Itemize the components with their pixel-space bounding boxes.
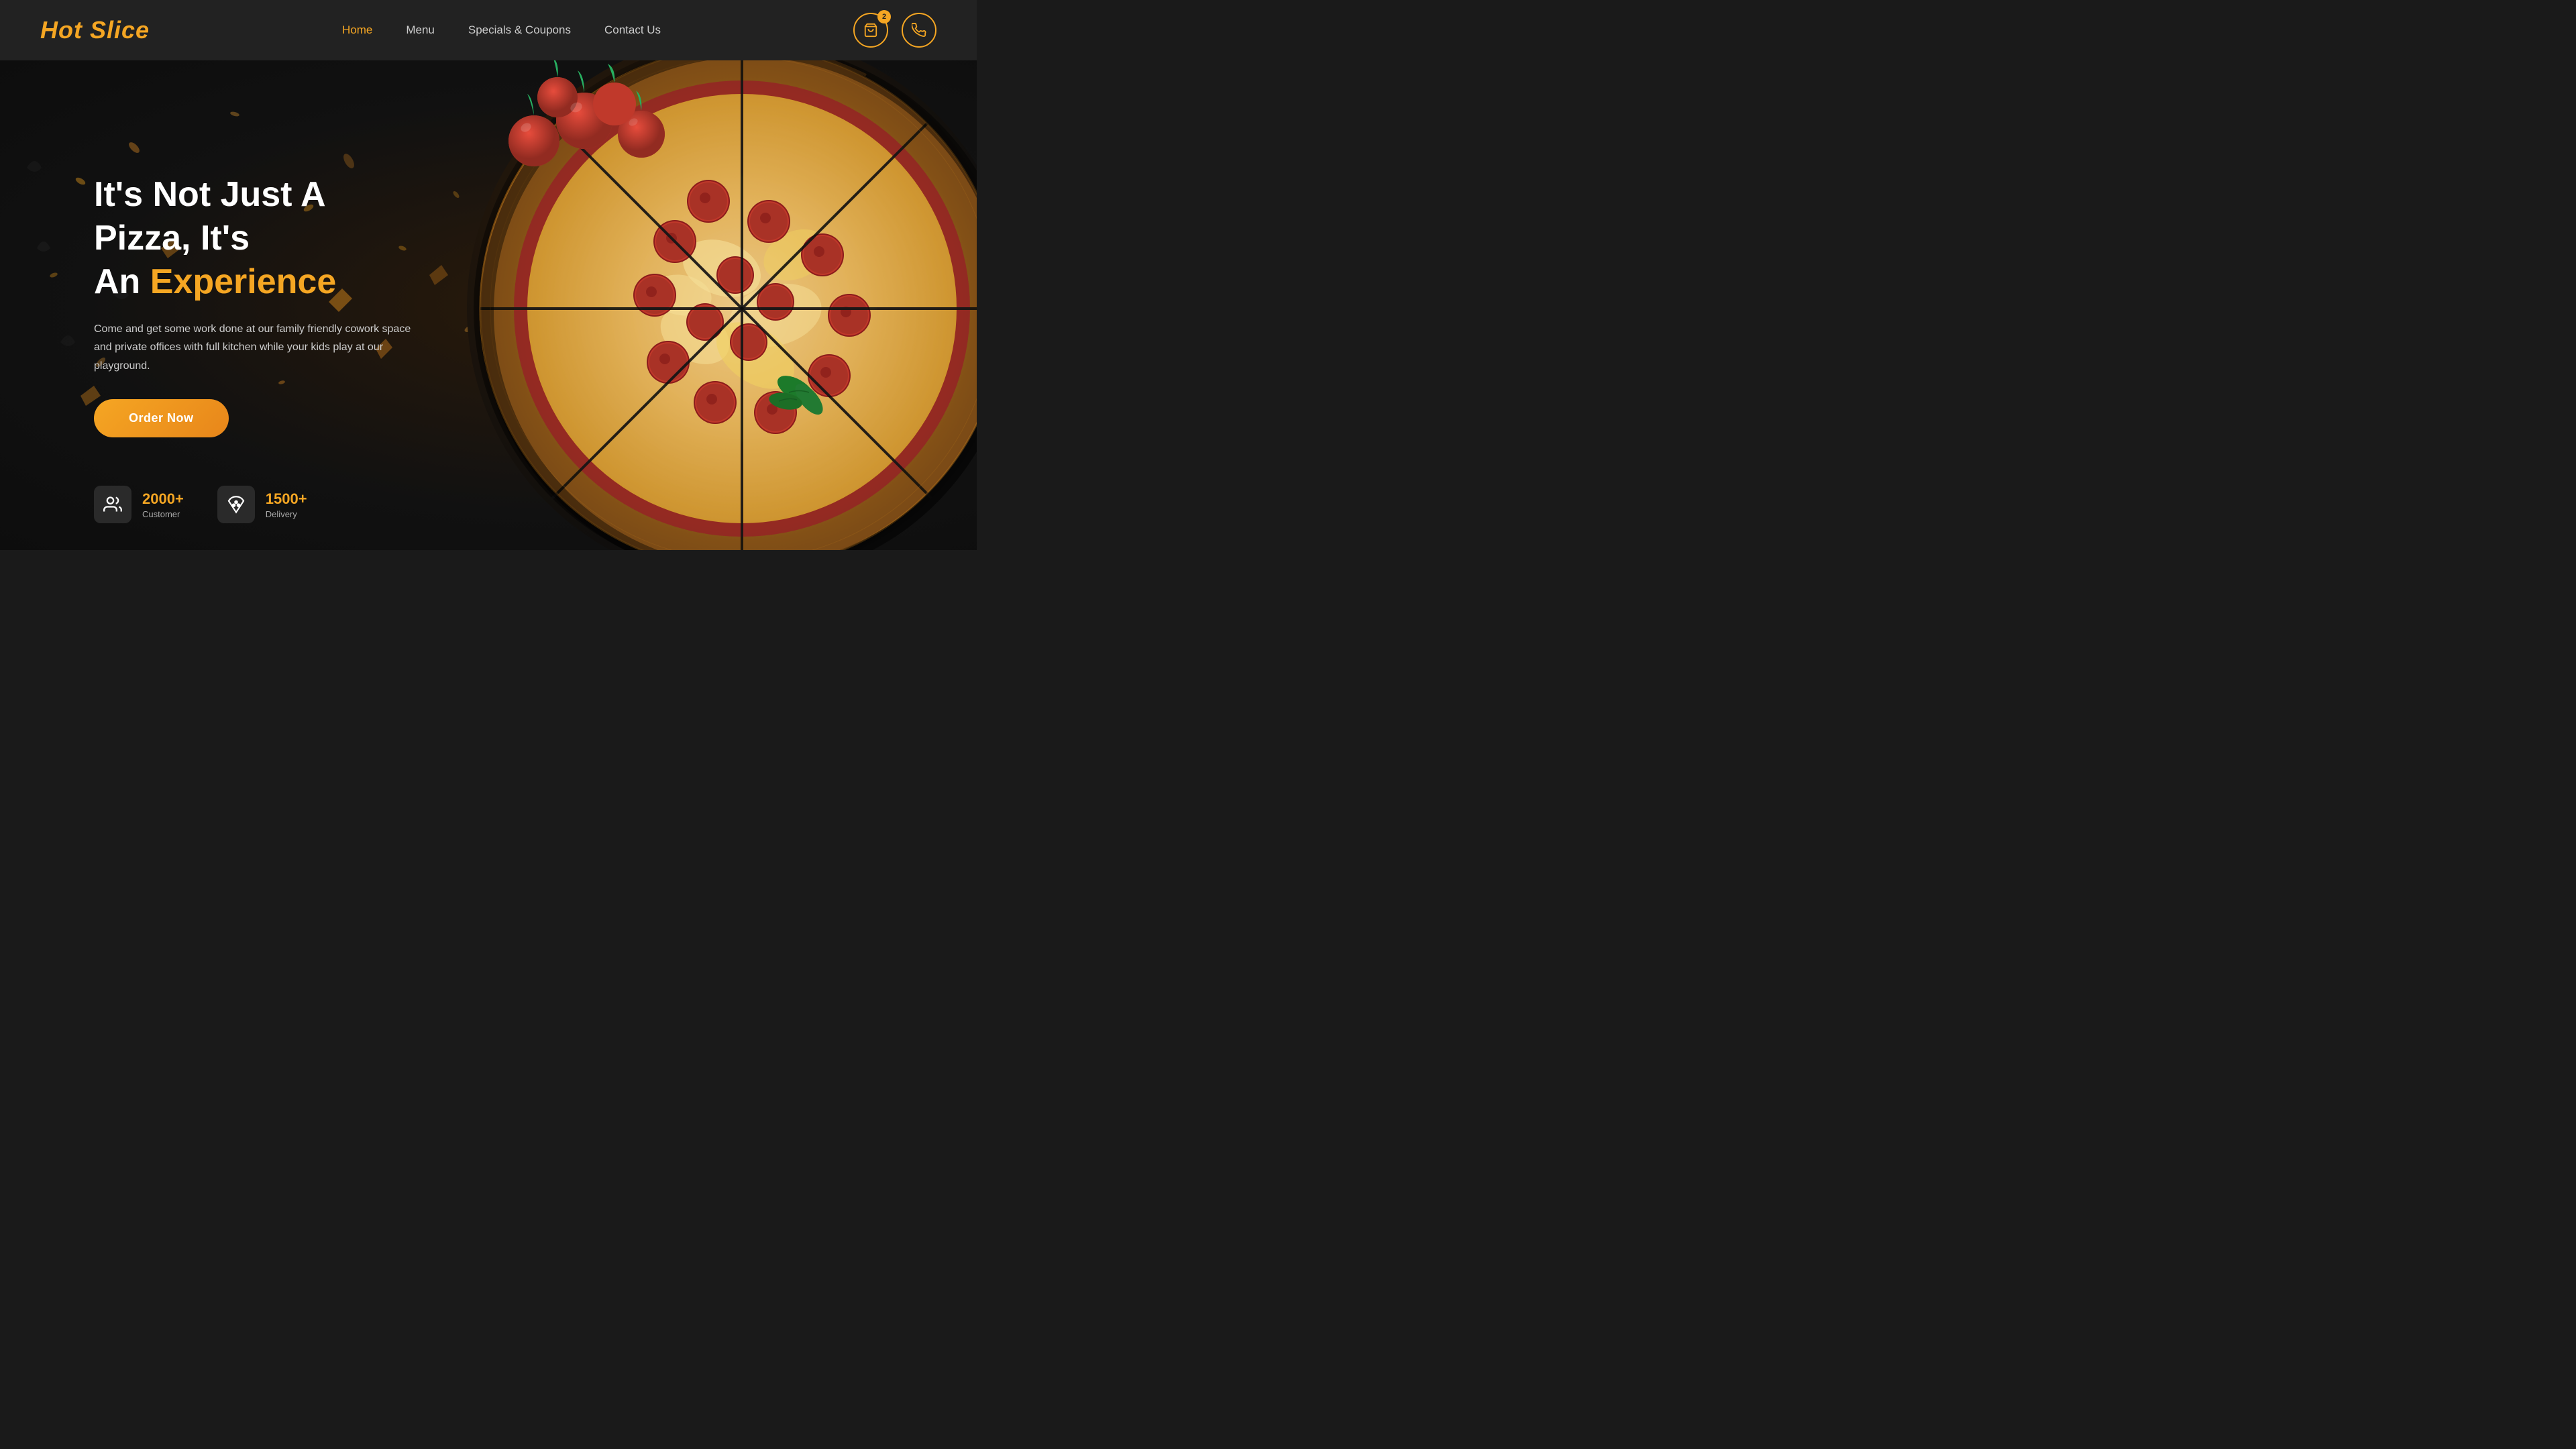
hero-title-accent: Experience <box>150 262 337 301</box>
nav-links: Home Menu Specials & Coupons Contact Us <box>342 23 661 37</box>
phone-button[interactable] <box>902 13 936 48</box>
hero-content: It's Not Just A Pizza, It's An Experienc… <box>0 173 416 437</box>
nav-item-specials[interactable]: Specials & Coupons <box>468 23 571 37</box>
pizza-image <box>467 60 977 550</box>
nav-item-home[interactable]: Home <box>342 23 372 37</box>
stat-customers-label: Customer <box>142 509 184 519</box>
users-icon <box>103 495 122 514</box>
cart-badge: 2 <box>877 10 891 23</box>
hero-section: It's Not Just A Pizza, It's An Experienc… <box>0 60 977 550</box>
brand-logo[interactable]: Hot Slice <box>40 16 150 44</box>
hero-title-line1: It's Not Just A Pizza, It's <box>94 175 325 258</box>
nav-actions: 2 <box>853 13 936 48</box>
navbar: Hot Slice Home Menu Specials & Coupons C… <box>0 0 977 60</box>
stat-customers: 2000+ Customer <box>94 486 184 523</box>
nav-item-contact[interactable]: Contact Us <box>604 23 661 37</box>
stat-delivery: 1500+ Delivery <box>217 486 307 523</box>
stat-delivery-info: 1500+ Delivery <box>266 490 307 519</box>
stat-delivery-label: Delivery <box>266 509 307 519</box>
hero-title: It's Not Just A Pizza, It's An Experienc… <box>94 173 416 304</box>
order-now-button[interactable]: Order Now <box>94 399 229 437</box>
hero-title-line2: An Experience <box>94 262 336 301</box>
stat-customers-number: 2000+ <box>142 490 184 508</box>
nav-item-menu[interactable]: Menu <box>406 23 435 37</box>
shopping-bag-icon <box>863 23 878 38</box>
pizza-slice-icon <box>227 495 246 514</box>
phone-icon <box>912 23 926 38</box>
stat-customers-info: 2000+ Customer <box>142 490 184 519</box>
hero-description: Come and get some work done at our famil… <box>94 320 416 375</box>
delivery-icon-box <box>217 486 255 523</box>
hero-title-an: An <box>94 262 150 301</box>
hero-stats: 2000+ Customer 1500+ Delivery <box>94 486 307 523</box>
stat-delivery-number: 1500+ <box>266 490 307 508</box>
customers-icon-box <box>94 486 131 523</box>
cart-button[interactable]: 2 <box>853 13 888 48</box>
